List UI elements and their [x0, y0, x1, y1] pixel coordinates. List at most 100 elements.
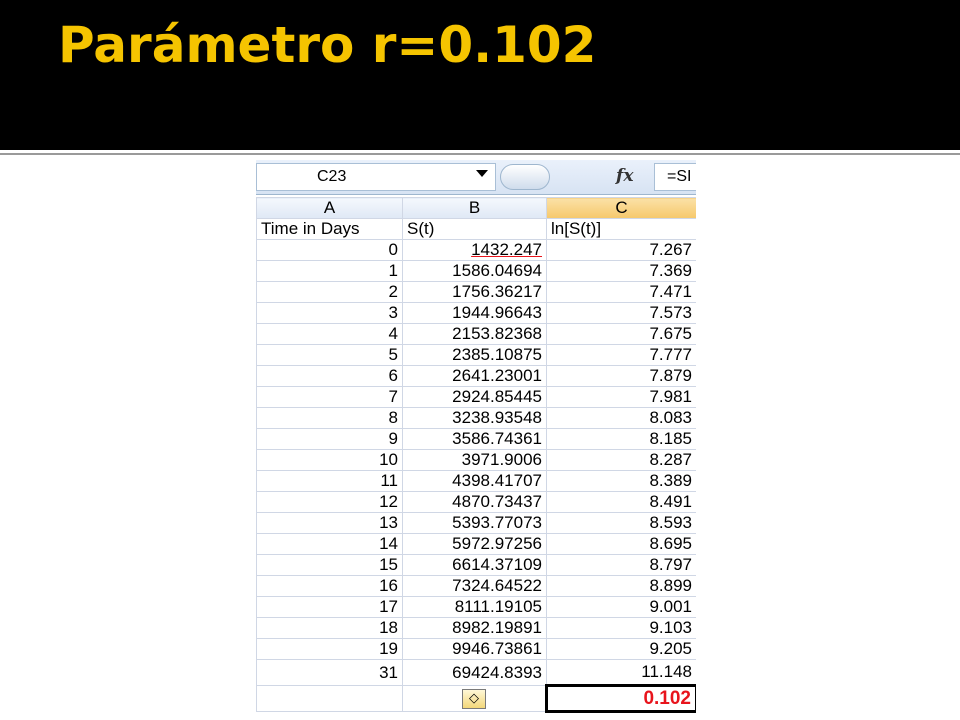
table-row: 6 2641.23001 7.879 — [256, 365, 696, 387]
cell-ln[interactable]: 11.148 — [546, 659, 696, 686]
cell-ln[interactable]: 8.083 — [546, 407, 696, 429]
cell-s[interactable]: 1586.04694 — [402, 260, 547, 282]
name-box-dropdown-icon[interactable] — [476, 170, 488, 177]
cell-ln[interactable]: 7.777 — [546, 344, 696, 366]
cell-ln[interactable]: 7.573 — [546, 302, 696, 324]
cell-s[interactable]: 8982.19891 — [402, 617, 547, 639]
header-cell-time[interactable]: Time in Days — [256, 218, 403, 240]
cell-ln[interactable]: 8.899 — [546, 575, 696, 597]
cell-s[interactable]: 2641.23001 — [402, 365, 547, 387]
result-row: ◇ 0.102 — [256, 684, 696, 713]
cell-time[interactable]: 9 — [256, 428, 403, 450]
cell-ln[interactable]: 9.205 — [546, 638, 696, 660]
spreadsheet-screenshot: C23 fx =SI A B C Time in Days S(t) ln[S(… — [256, 160, 696, 720]
table-row: 31 69424.8393 11.148 — [256, 659, 696, 686]
cell-s[interactable]: 3586.74361 — [402, 428, 547, 450]
slide-title-bar: Parámetro r=0.102 — [0, 0, 960, 150]
cell-time[interactable]: 8 — [256, 407, 403, 429]
cell-s[interactable]: 1944.96643 — [402, 302, 547, 324]
cell-s[interactable]: 69424.8393 — [402, 659, 547, 686]
cell-time[interactable]: 12 — [256, 491, 403, 513]
cell-time[interactable]: 31 — [256, 659, 403, 686]
table-row: 0 1432.247 7.267 — [256, 239, 696, 261]
header-cell-ln[interactable]: ln[S(t)] — [546, 218, 696, 240]
table-row: 19 9946.73861 9.205 — [256, 638, 696, 660]
formula-bar-expand-icon[interactable] — [500, 164, 550, 190]
cell-time[interactable]: 18 — [256, 617, 403, 639]
cell-time[interactable]: 5 — [256, 344, 403, 366]
cell-ln[interactable]: 8.287 — [546, 449, 696, 471]
header-row: Time in Days S(t) ln[S(t)] — [256, 218, 696, 240]
column-header-b[interactable]: B — [402, 197, 547, 219]
cell-s[interactable]: 9946.73861 — [402, 638, 547, 660]
cell-time[interactable]: 4 — [256, 323, 403, 345]
table-row: 17 8111.19105 9.001 — [256, 596, 696, 618]
cell-ln[interactable]: 7.879 — [546, 365, 696, 387]
column-header-a[interactable]: A — [256, 197, 403, 219]
cell-ln[interactable]: 7.369 — [546, 260, 696, 282]
cell-ln[interactable]: 7.981 — [546, 386, 696, 408]
cell-s[interactable]: 2385.10875 — [402, 344, 547, 366]
table-row: 7 2924.85445 7.981 — [256, 386, 696, 408]
cell-s[interactable]: 2153.82368 — [402, 323, 547, 345]
cell-ln[interactable]: 7.267 — [546, 239, 696, 261]
cell-time[interactable]: 13 — [256, 512, 403, 534]
cell-ln[interactable]: 9.103 — [546, 617, 696, 639]
table-row: 15 6614.37109 8.797 — [256, 554, 696, 576]
table-row: 8 3238.93548 8.083 — [256, 407, 696, 429]
cell-s[interactable]: 1432.247 — [402, 239, 547, 261]
cell-s[interactable]: 7324.64522 — [402, 575, 547, 597]
cell-s[interactable]: 3971.9006 — [402, 449, 547, 471]
table-row: 13 5393.77073 8.593 — [256, 512, 696, 534]
column-header-c[interactable]: C — [546, 197, 696, 219]
table-row: 5 2385.10875 7.777 — [256, 344, 696, 366]
cell-s[interactable]: 3238.93548 — [402, 407, 547, 429]
cell-time[interactable]: 19 — [256, 638, 403, 660]
cell-s[interactable]: 5972.97256 — [402, 533, 547, 555]
cell-ln[interactable]: 8.389 — [546, 470, 696, 492]
cell-empty[interactable] — [256, 685, 403, 712]
warning-icon[interactable]: ◇ — [462, 688, 486, 709]
cell-ln[interactable]: 8.695 — [546, 533, 696, 555]
cell-ln[interactable]: 8.491 — [546, 491, 696, 513]
cell-s[interactable]: 2924.85445 — [402, 386, 547, 408]
cell-ln[interactable]: 9.001 — [546, 596, 696, 618]
name-box[interactable]: C23 — [256, 163, 496, 191]
cell-ln[interactable]: 7.675 — [546, 323, 696, 345]
table-row: 11 4398.41707 8.389 — [256, 470, 696, 492]
cell-time[interactable]: 14 — [256, 533, 403, 555]
column-header-row: A B C — [256, 197, 696, 219]
cell-s[interactable]: 5393.77073 — [402, 512, 547, 534]
cell-time[interactable]: 6 — [256, 365, 403, 387]
cell-time[interactable]: 3 — [256, 302, 403, 324]
cell-time[interactable]: 2 — [256, 281, 403, 303]
table-row: 12 4870.73437 8.491 — [256, 491, 696, 513]
selected-cell-result[interactable]: 0.102 — [545, 684, 696, 713]
table-row: 16 7324.64522 8.899 — [256, 575, 696, 597]
table-row: 1 1586.04694 7.369 — [256, 260, 696, 282]
cell-time[interactable]: 7 — [256, 386, 403, 408]
cell-ln[interactable]: 8.797 — [546, 554, 696, 576]
spreadsheet-grid: A B C Time in Days S(t) ln[S(t)] 0 1432.2… — [256, 197, 696, 713]
header-cell-s[interactable]: S(t) — [402, 218, 547, 240]
cell-s[interactable]: 8111.19105 — [402, 596, 547, 618]
formula-input[interactable]: =SI — [654, 163, 696, 191]
cell-s[interactable]: 1756.36217 — [402, 281, 547, 303]
insert-function-icon[interactable]: fx — [616, 166, 633, 186]
table-row: 2 1756.36217 7.471 — [256, 281, 696, 303]
cell-time[interactable]: 16 — [256, 575, 403, 597]
cell-time[interactable]: 15 — [256, 554, 403, 576]
cell-ln[interactable]: 7.471 — [546, 281, 696, 303]
title-divider-line — [0, 153, 960, 155]
cell-s[interactable]: 4398.41707 — [402, 470, 547, 492]
cell-s[interactable]: 6614.37109 — [402, 554, 547, 576]
cell-warning[interactable]: ◇ — [402, 685, 547, 712]
cell-s[interactable]: 4870.73437 — [402, 491, 547, 513]
cell-time[interactable]: 0 — [256, 239, 403, 261]
cell-time[interactable]: 17 — [256, 596, 403, 618]
cell-time[interactable]: 10 — [256, 449, 403, 471]
cell-time[interactable]: 11 — [256, 470, 403, 492]
cell-ln[interactable]: 8.185 — [546, 428, 696, 450]
cell-time[interactable]: 1 — [256, 260, 403, 282]
cell-ln[interactable]: 8.593 — [546, 512, 696, 534]
